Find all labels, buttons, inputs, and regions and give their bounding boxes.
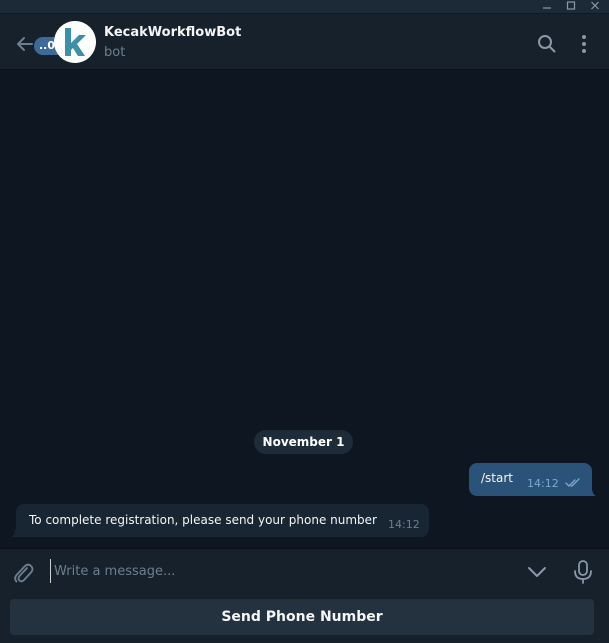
message-time: 14:12: [388, 518, 420, 531]
chat-subtitle: bot: [104, 45, 126, 60]
back-arrow-icon: [17, 37, 33, 51]
maximize-icon[interactable]: [560, 0, 582, 14]
bubble-tail: [589, 488, 596, 496]
read-ticks-icon: [565, 478, 580, 487]
search-icon[interactable]: [536, 33, 558, 55]
incoming-message[interactable]: To complete registration, please send yo…: [16, 504, 429, 537]
bubble-tail: [11, 529, 18, 537]
more-vertical-icon[interactable]: [573, 33, 595, 55]
message-composer: [0, 548, 609, 594]
message-text: /start: [481, 471, 513, 485]
bot-logo: [54, 21, 96, 63]
outgoing-message[interactable]: /start 14:12: [469, 463, 592, 496]
send-phone-number-button[interactable]: Send Phone Number: [10, 599, 594, 635]
back-button[interactable]: ..01: [12, 28, 68, 58]
paperclip-icon[interactable]: [12, 561, 34, 585]
avatar[interactable]: [54, 21, 96, 63]
message-time: 14:12: [527, 477, 559, 490]
minimize-icon[interactable]: [536, 0, 558, 14]
messages-area[interactable]: November 1 /start 14:12 To complete regi…: [0, 71, 609, 548]
date-separator: November 1: [254, 430, 353, 454]
bot-keyboard: Send Phone Number: [0, 594, 609, 643]
window-titlebar: [0, 0, 609, 14]
chat-title[interactable]: KecakWorkflowBot: [104, 25, 241, 40]
chat-header: ..01 KecakWorkflowBot bot: [0, 14, 609, 70]
close-icon[interactable]: [584, 0, 606, 14]
microphone-icon[interactable]: [572, 559, 594, 585]
message-text: To complete registration, please send yo…: [29, 513, 377, 527]
message-input[interactable]: [50, 559, 490, 583]
chevron-down-icon[interactable]: [526, 562, 548, 582]
